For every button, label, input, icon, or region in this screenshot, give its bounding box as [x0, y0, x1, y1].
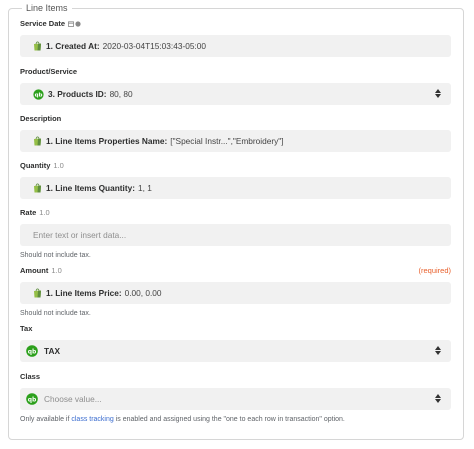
class-placeholder: Choose value... — [44, 394, 102, 404]
amount-version: 1.0 — [51, 266, 62, 275]
rate-help: Should not include tax. — [20, 252, 91, 259]
service-date-value: 2020-03-04T15:03:43-05:00 — [102, 41, 206, 51]
description-input[interactable]: 1. Line Items Properties Name: ["Special… — [20, 130, 451, 152]
rate-placeholder: Enter text or insert data... — [33, 230, 127, 240]
service-date-input[interactable]: 1. Created At: 2020-03-04T15:03:43-05:00 — [20, 35, 451, 57]
shopify-bag-icon — [34, 183, 41, 193]
tax-label: Tax — [20, 324, 33, 333]
amount-input[interactable]: 1. Line Items Price: 0.00, 0.00 — [20, 282, 451, 304]
rate-input[interactable]: Enter text or insert data... — [20, 224, 451, 246]
field-quantity: Quantity 1.0 1. Line Items Quantity: 1, … — [20, 161, 451, 199]
field-tax: Tax qb TAX — [20, 324, 451, 362]
quickbooks-icon: qb — [26, 393, 38, 405]
quickbooks-icon: qb — [26, 345, 38, 357]
quantity-version: 1.0 — [53, 161, 64, 170]
quantity-value: 1, 1 — [137, 183, 152, 193]
tax-select[interactable]: qb TAX — [20, 340, 451, 362]
required-badge: (required) — [418, 266, 451, 275]
class-help: Only available if class tracking is enab… — [20, 416, 345, 423]
quantity-input[interactable]: 1. Line Items Quantity: 1, 1 — [20, 177, 451, 199]
help-icon[interactable] — [75, 21, 81, 27]
class-tracking-link[interactable]: class tracking — [71, 416, 113, 423]
rate-label: Rate — [20, 208, 37, 217]
description-label: Description — [20, 114, 62, 123]
class-label: Class — [20, 372, 41, 381]
tax-value: TAX — [44, 346, 60, 356]
amount-help: Should not include tax. — [20, 310, 91, 317]
updown-chevron-icon[interactable] — [435, 89, 441, 98]
service-date-label: Service Date — [20, 19, 66, 28]
quantity-label: Quantity — [20, 161, 51, 170]
svg-text:qb: qb — [28, 396, 37, 403]
svg-text:qb: qb — [28, 348, 37, 355]
quantity-token: 1. Line Items Quantity: — [46, 183, 135, 193]
field-rate: Rate 1.0 Enter text or insert data... Sh… — [20, 208, 451, 260]
product-service-value: 80, 80 — [109, 89, 133, 99]
amount-value: 0.00, 0.00 — [124, 288, 162, 298]
line-items-legend: Line Items — [22, 2, 72, 14]
shopify-bag-icon — [34, 136, 41, 146]
updown-chevron-icon[interactable] — [435, 394, 441, 403]
rate-version: 1.0 — [39, 208, 50, 217]
quickbooks-icon: qb — [33, 88, 44, 100]
field-amount: Amount 1.0 (required) 1. Line Items Pric… — [20, 266, 451, 318]
calendar-icon — [68, 21, 74, 27]
field-info-icons — [68, 21, 81, 27]
field-service-date: Service Date 1. Created At: 2020-03-04T1… — [20, 19, 451, 57]
amount-token: 1. Line Items Price: — [46, 288, 122, 298]
shopify-bag-icon — [34, 288, 41, 298]
product-service-token: 3. Products ID: — [48, 89, 107, 99]
shopify-bag-icon — [34, 41, 41, 51]
amount-label: Amount — [20, 266, 49, 275]
class-select[interactable]: qb Choose value... — [20, 388, 451, 410]
field-class: Class qb Choose value... Only available … — [20, 372, 451, 424]
description-value: ["Special Instr...","Embroidery"] — [170, 136, 284, 146]
service-date-token: 1. Created At: — [46, 41, 100, 51]
description-token: 1. Line Items Properties Name: — [46, 136, 168, 146]
field-product-service: Product/Service qb 3. Products ID: 80, 8… — [20, 67, 451, 105]
field-description: Description 1. Line Items Properties Nam… — [20, 114, 451, 152]
product-service-select[interactable]: qb 3. Products ID: 80, 80 — [20, 83, 451, 105]
svg-text:qb: qb — [35, 92, 43, 98]
updown-chevron-icon[interactable] — [435, 346, 441, 355]
product-service-label: Product/Service — [20, 67, 78, 76]
